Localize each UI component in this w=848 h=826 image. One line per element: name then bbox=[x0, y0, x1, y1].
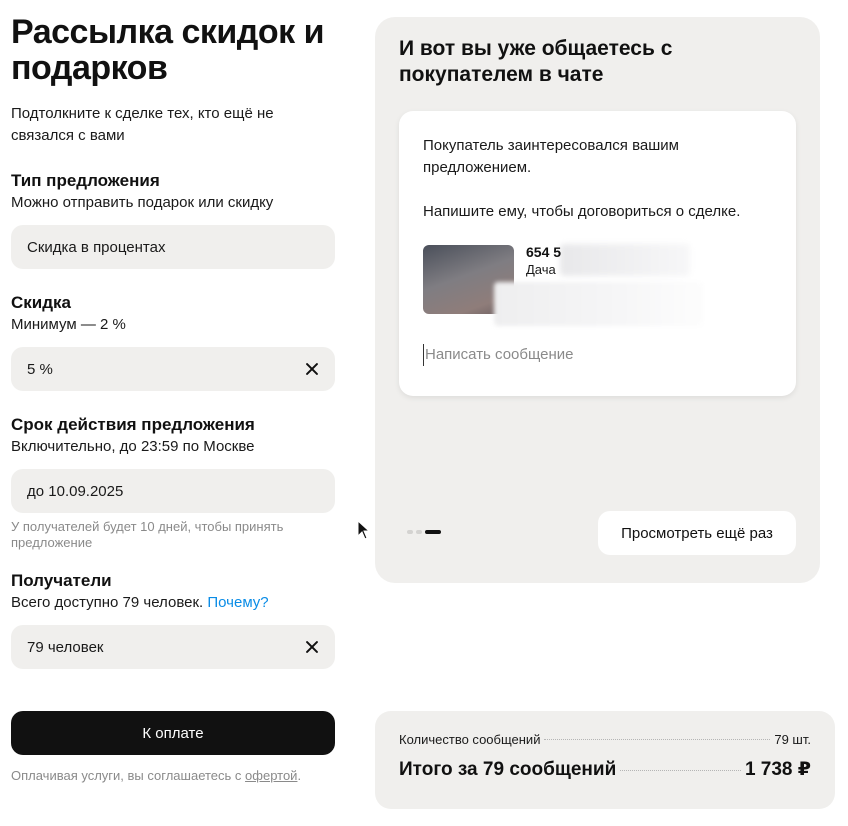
discount-value: 5 % bbox=[27, 360, 53, 378]
offer-link[interactable]: офертой bbox=[245, 768, 297, 783]
clear-discount-icon[interactable] bbox=[305, 362, 319, 376]
slide-dot-active[interactable] bbox=[425, 530, 441, 534]
summary-total-label: Итого за 79 сообщений bbox=[399, 759, 617, 780]
validity-value: до 10.09.2025 bbox=[27, 482, 124, 500]
recipients-value: 79 человек bbox=[27, 638, 104, 656]
terms-text: Оплачивая услуги, вы соглашаетесь с офер… bbox=[11, 768, 301, 783]
chat-message: Покупатель заинтересовался вашим предлож… bbox=[423, 135, 773, 223]
summary-count-row: Количество сообщений 79 шт. bbox=[399, 732, 811, 747]
mouse-cursor-icon bbox=[357, 520, 371, 540]
slide-indicator bbox=[407, 530, 441, 534]
listing-price: 654 5 bbox=[526, 244, 562, 260]
discount-input[interactable]: 5 % bbox=[11, 347, 335, 391]
recipients-heading: Получатели bbox=[11, 571, 112, 590]
preview-title: И вот вы уже общаетесь с покупателем в ч… bbox=[399, 37, 673, 86]
recipients-description-row: Всего доступно 79 человек. Почему? bbox=[11, 594, 269, 611]
recipients-description: Всего доступно 79 человек. bbox=[11, 594, 204, 611]
recipients-input[interactable]: 79 человек bbox=[11, 625, 335, 669]
summary-total-value: 1 738 ₽ bbox=[744, 759, 811, 780]
terms-prefix: Оплачивая услуги, вы соглашаетесь с bbox=[11, 768, 242, 783]
page-subtitle: Подтолкните к сделке тех, кто ещё не свя… bbox=[11, 105, 274, 144]
offer-type-select[interactable]: Скидка в процентах bbox=[11, 225, 335, 269]
listing-blurred-title bbox=[560, 244, 690, 276]
terms-suffix: . bbox=[297, 768, 302, 783]
discount-description: Минимум — 2 % bbox=[11, 316, 126, 333]
message-input[interactable]: Написать сообщение bbox=[423, 344, 773, 366]
slide-dot[interactable] bbox=[407, 530, 413, 534]
offer-type-heading: Тип предложения bbox=[11, 171, 160, 190]
listing-blurred-details bbox=[494, 282, 704, 326]
replay-button[interactable]: Просмотреть ещё раз bbox=[598, 511, 796, 555]
offer-type-description: Можно отправить подарок или скидку bbox=[11, 194, 274, 211]
listing-category: Дача bbox=[526, 262, 556, 277]
pay-button[interactable]: К оплате bbox=[11, 711, 335, 755]
summary-count-value: 79 шт. bbox=[774, 732, 811, 747]
offer-type-value: Скидка в процентах bbox=[27, 238, 166, 256]
discount-heading: Скидка bbox=[11, 293, 71, 312]
summary-count-label: Количество сообщений bbox=[399, 732, 541, 747]
validity-description: Включительно, до 23:59 по Москве bbox=[11, 438, 255, 455]
page-title: Рассылка скидок и подарков bbox=[11, 13, 325, 87]
clear-recipients-icon[interactable] bbox=[305, 640, 319, 654]
validity-hint: У получателей будет 10 дней, чтобы приня… bbox=[11, 519, 284, 550]
validity-heading: Срок действия предложения bbox=[11, 415, 255, 434]
chat-message-line2: Напишите ему, чтобы договориться о сделк… bbox=[423, 203, 741, 220]
summary-total-row: Итого за 79 сообщений 1 738 ₽ bbox=[399, 758, 811, 781]
validity-date-field[interactable]: до 10.09.2025 bbox=[11, 469, 335, 513]
chat-message-line1: Покупатель заинтересовался вашим предлож… bbox=[423, 137, 679, 176]
why-link[interactable]: Почему? bbox=[207, 594, 268, 611]
slide-dot[interactable] bbox=[416, 530, 422, 534]
